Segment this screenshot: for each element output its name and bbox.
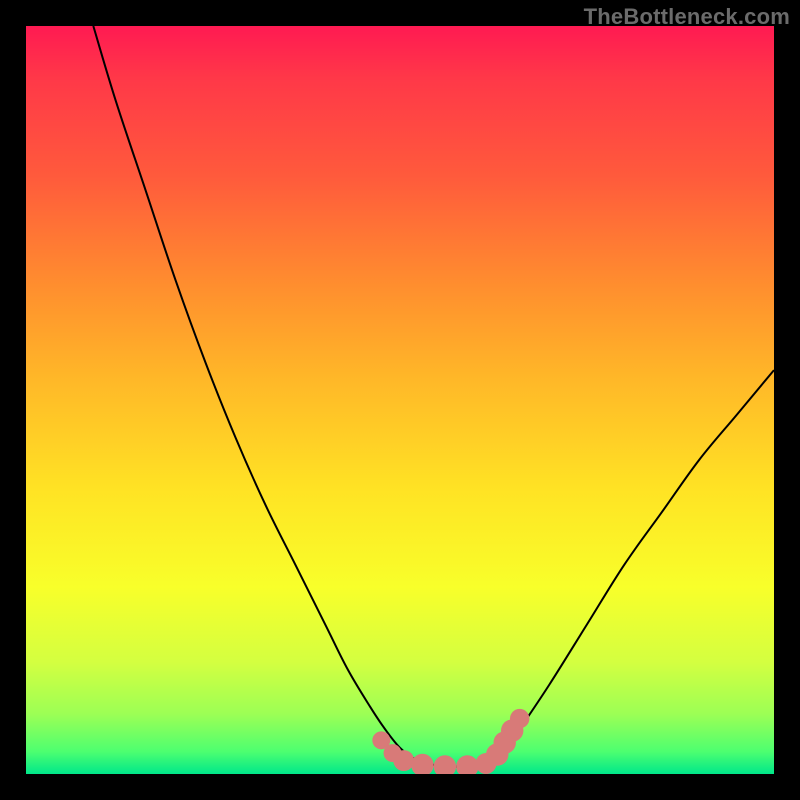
- curve-group: [93, 26, 774, 767]
- marker-dot: [434, 755, 456, 774]
- plot-area: [26, 26, 774, 774]
- chart-frame: TheBottleneck.com: [0, 0, 800, 800]
- marker-dot: [456, 755, 478, 774]
- chart-svg: [26, 26, 774, 774]
- marker-dot: [393, 750, 414, 771]
- marker-dot: [411, 754, 433, 774]
- marker-group: [372, 709, 529, 774]
- marker-dot: [510, 709, 529, 728]
- bottleneck-curve: [93, 26, 774, 767]
